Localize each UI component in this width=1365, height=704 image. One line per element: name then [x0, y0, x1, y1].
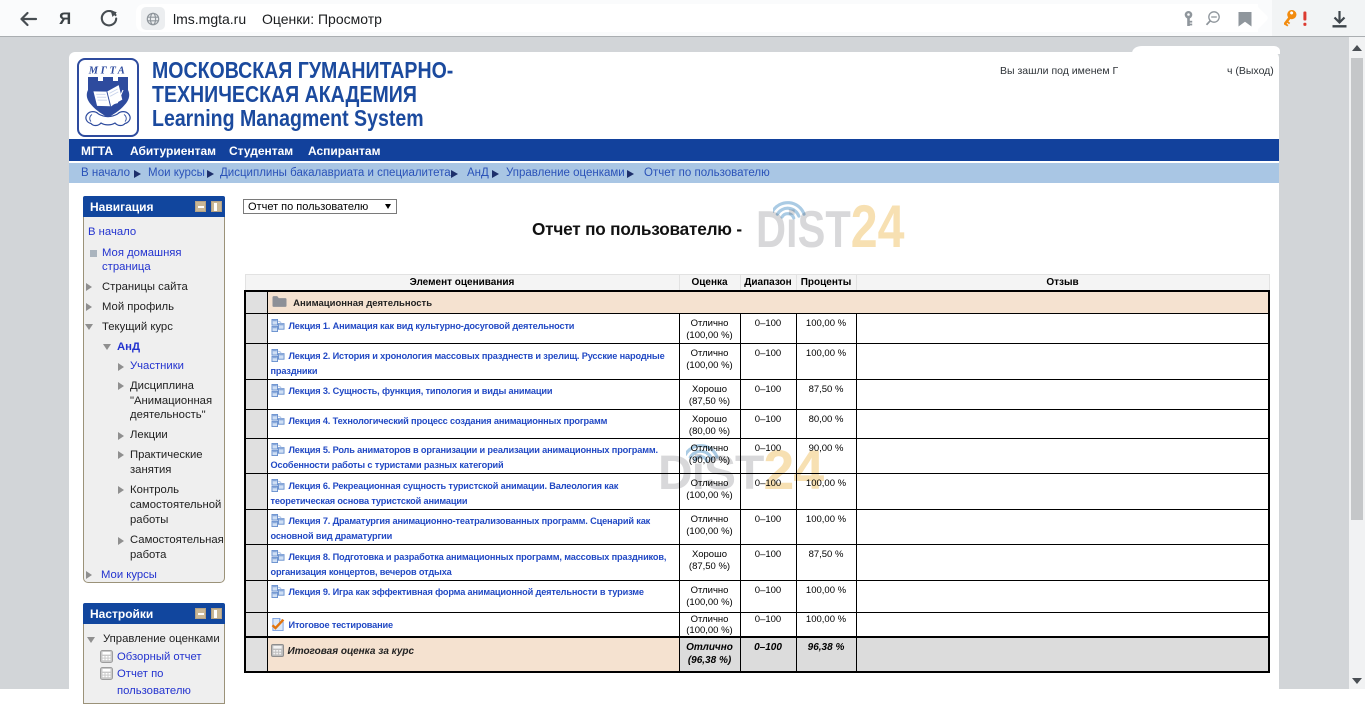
svg-text:МГТА: МГТА: [88, 66, 127, 77]
